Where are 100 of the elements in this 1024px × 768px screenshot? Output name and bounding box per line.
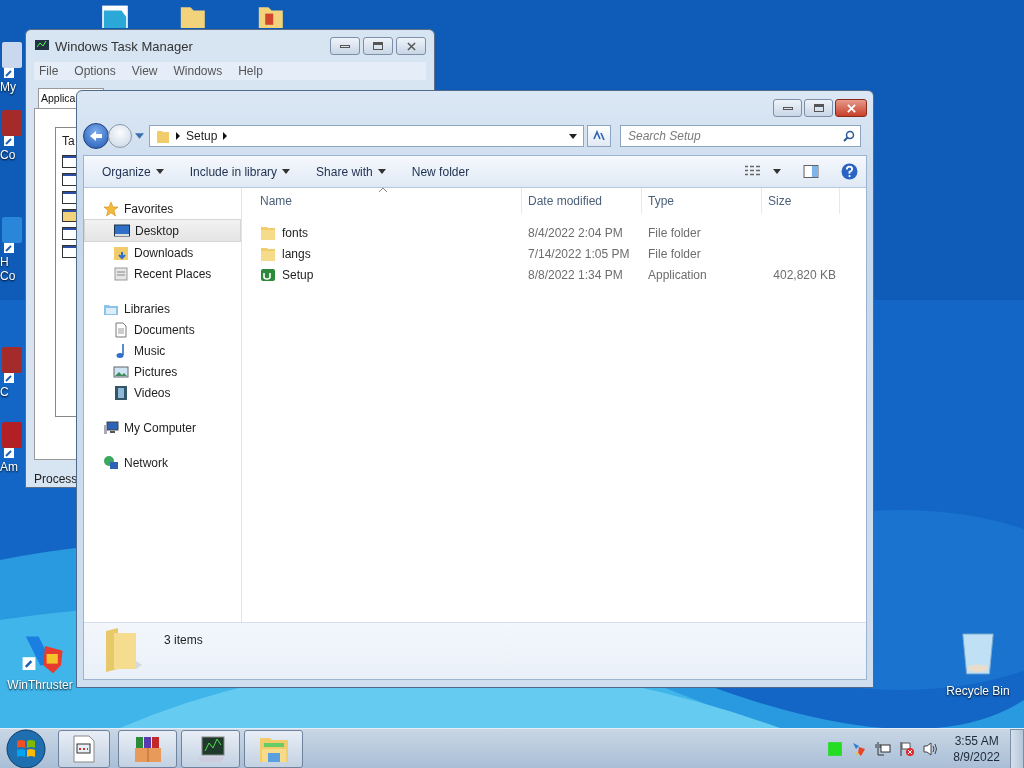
date-cell-text: 7/14/2022 1:05 PM	[527, 246, 631, 261]
menu-item[interactable]: Windows	[173, 64, 223, 78]
refresh-button[interactable]	[587, 125, 611, 147]
close-button[interactable]	[396, 37, 426, 55]
type-cell-text: Application	[647, 267, 708, 282]
desktop-icon-label: H Co	[0, 255, 17, 283]
network-icon	[103, 454, 119, 471]
menu-item[interactable]: File	[39, 64, 59, 78]
column-header[interactable]: Date modified	[522, 188, 642, 214]
desktop-icon-label: WinThruster	[7, 678, 73, 692]
close-button[interactable]	[835, 99, 867, 117]
downloads-folder-icon	[113, 244, 129, 261]
column-header[interactable]: Type	[642, 188, 762, 214]
picture-frame-icon	[113, 363, 129, 380]
navigation-item[interactable]: Libraries	[84, 298, 241, 319]
navigation-item[interactable]: Documents	[84, 319, 241, 340]
application-icon	[260, 266, 276, 283]
file-name: langs	[282, 246, 311, 261]
back-button[interactable]	[83, 123, 109, 149]
sort-caret-icon	[379, 188, 387, 192]
flag-warning-icon[interactable]	[899, 740, 916, 757]
folder-icon	[260, 245, 276, 262]
navigation-item[interactable]: Videos	[84, 382, 241, 403]
view-options-icon[interactable]	[745, 165, 761, 178]
size-cell: 402,820 KB	[773, 267, 836, 282]
item-count: 3 items	[164, 633, 203, 647]
column-header[interactable]: Ta	[62, 134, 75, 148]
address-bar[interactable]: Setup	[149, 125, 584, 147]
desktop-icon-label: Am	[0, 460, 18, 474]
desktop-icon	[114, 222, 130, 239]
volume-icon[interactable]	[923, 740, 940, 757]
preview-pane-icon[interactable]	[803, 165, 819, 178]
document-icon	[113, 321, 129, 338]
desktop-icon-label: My	[0, 80, 16, 94]
file-row[interactable]: Setup 8/8/2022 1:34 PM Application 402,820 KB	[242, 264, 866, 285]
type-cell-text: File folder	[647, 225, 702, 240]
navigation-item[interactable]: Pictures	[84, 361, 241, 382]
date-cell-text: 8/8/2022 1:34 PM	[527, 267, 624, 282]
show-desktop-button[interactable]	[1010, 728, 1024, 768]
monitor-chart-icon	[195, 734, 226, 763]
toolbar-button[interactable]: Organize	[94, 161, 172, 182]
navigation-item[interactable]: Recent Places	[84, 263, 241, 284]
date-cell-text: 8/4/2022 2:04 PM	[527, 225, 624, 240]
app-shortcut-icon[interactable]	[0, 108, 24, 148]
app-shortcut-icon[interactable]	[0, 215, 24, 255]
navigation-item[interactable]: Network	[84, 452, 241, 473]
start-orb-icon	[6, 728, 46, 768]
archive-box-icon	[132, 734, 163, 763]
taskbar-button[interactable]	[181, 729, 240, 768]
caret-icon[interactable]	[773, 169, 781, 174]
computer-icon	[103, 419, 119, 436]
folder-icon	[260, 224, 276, 241]
menu-item[interactable]: Options	[74, 64, 116, 78]
navigation-item[interactable]: Favorites	[84, 198, 241, 219]
desktop-icon-label: C	[0, 385, 9, 399]
film-strip-icon	[113, 384, 129, 401]
clock-time: 3:55 AM	[954, 732, 999, 749]
desktop-icon-label: Co	[0, 148, 16, 162]
navigation-item[interactable]: Downloads	[84, 242, 241, 263]
folder-icon	[156, 128, 170, 144]
close-icon	[845, 103, 857, 113]
menu-item[interactable]: Help	[238, 64, 263, 78]
close-icon	[405, 41, 417, 51]
app-shortcut-icon[interactable]	[0, 40, 24, 80]
file-row[interactable]: fonts 8/4/2022 2:04 PM File folder	[242, 222, 866, 243]
app-shortcut-icon[interactable]	[0, 345, 24, 385]
search-field[interactable]: Search Setup	[620, 125, 861, 147]
minimize-button[interactable]	[773, 99, 802, 117]
menu-item[interactable]: View	[131, 64, 158, 78]
file-name: Setup	[282, 267, 314, 282]
window-document-icon	[72, 734, 96, 763]
recent-places-icon	[113, 265, 129, 282]
file-name: fonts	[282, 225, 308, 240]
start-button[interactable]	[4, 728, 48, 768]
search-icon	[843, 130, 855, 142]
maximize-button[interactable]	[363, 37, 393, 55]
status-bar-text: Process	[34, 472, 74, 486]
taskbar-button[interactable]	[118, 729, 177, 768]
help-icon[interactable]	[841, 163, 858, 180]
network-icon[interactable]	[875, 740, 892, 757]
navigation-item[interactable]: Desktop	[84, 219, 241, 242]
toolbar-button[interactable]: Share with	[308, 161, 394, 182]
minimize-button[interactable]	[330, 37, 360, 55]
star-icon	[103, 200, 119, 217]
breadcrumb[interactable]: Setup	[186, 129, 218, 143]
window-title: Windows Task Manager	[55, 38, 194, 54]
navigation-item[interactable]: Music	[84, 340, 241, 361]
toolbar-button[interactable]: Include in library	[181, 161, 299, 182]
clock[interactable]: 3:55 AM 8/9/2022	[953, 732, 1000, 765]
type-cell-text: File folder	[647, 246, 702, 261]
app-tray-icon[interactable]	[851, 740, 868, 757]
maximize-button[interactable]	[804, 99, 833, 117]
app-shortcut-icon[interactable]	[0, 420, 24, 460]
caret-icon[interactable]	[569, 133, 577, 139]
toolbar-button[interactable]: New folder	[403, 161, 478, 182]
column-header[interactable]: Size	[762, 188, 840, 214]
monitor-icon	[34, 39, 50, 53]
navigation-item[interactable]: My Computer	[84, 417, 241, 438]
file-row[interactable]: langs 7/14/2022 1:05 PM File folder	[242, 243, 866, 264]
column-header[interactable]: Name	[260, 188, 522, 214]
